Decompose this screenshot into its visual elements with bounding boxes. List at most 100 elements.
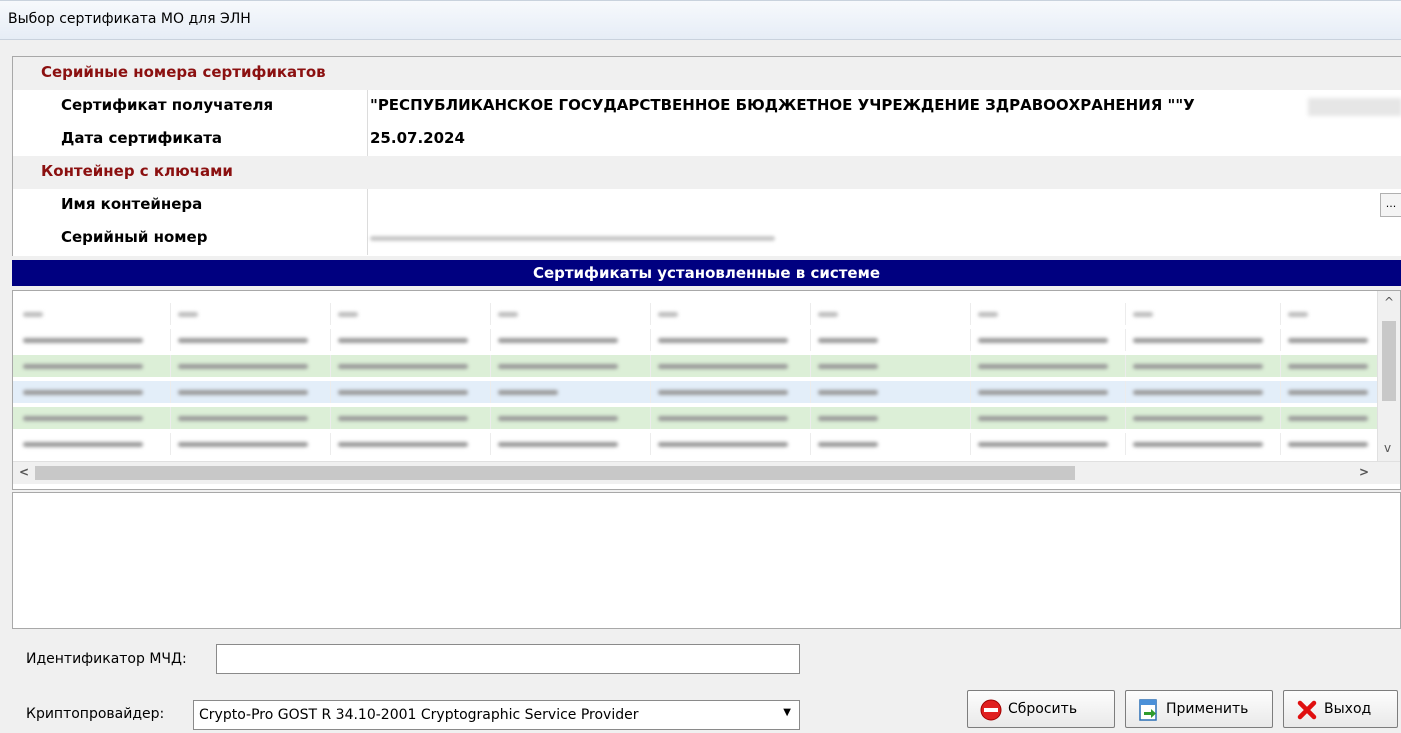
crypto-provider-value: Crypto-Pro GOST R 34.10-2001 Cryptograph… [199,707,639,723]
exit-button[interactable]: Выход [1283,690,1398,728]
column-separator [330,329,331,351]
redacted-cell [1133,338,1263,343]
vertical-scrollbar[interactable]: ^ v [1377,291,1400,461]
installed-certificates-header: Сертификаты установленные в системе [12,260,1401,286]
certificate-date-label: Дата сертификата [61,129,223,147]
column-separator [1125,329,1126,351]
redacted-cell [818,312,838,317]
column-separator [970,407,971,429]
column-separator [650,433,651,455]
column-separator [970,381,971,403]
row-container-name[interactable]: Имя контейнера ... [13,189,1401,222]
scroll-right-icon[interactable]: > [1359,465,1369,479]
apply-button[interactable]: Применить [1125,690,1273,728]
redacted-cell [658,364,788,369]
column-separator [170,407,171,429]
redacted-cell [818,364,878,369]
installed-certificates-grid[interactable]: ^ v < > [12,290,1401,490]
certificate-details-panel [12,492,1401,629]
column-separator [1125,407,1126,429]
column-separator [650,381,651,403]
column-separator [1280,329,1281,351]
table-row[interactable] [13,381,1378,403]
redacted-cell [818,390,878,395]
redacted-cell [978,338,1108,343]
crypto-provider-select[interactable]: Crypto-Pro GOST R 34.10-2001 Cryptograph… [193,700,800,730]
column-separator [1280,433,1281,455]
table-row[interactable] [13,329,1378,351]
row-certificate-date[interactable]: Дата сертификата 25.07.2024 [13,123,1401,156]
redacted-cell [338,442,468,447]
column-separator [170,329,171,351]
column-separator [810,433,811,455]
redacted-cell [658,442,788,447]
column-separator [170,355,171,377]
column-separator [330,381,331,403]
table-row[interactable] [13,355,1378,377]
window-titlebar: Выбор сертификата МО для ЭЛН [0,0,1401,40]
column-separator [490,381,491,403]
redacted-cell [498,338,618,343]
mchd-input[interactable] [216,644,800,674]
recipient-certificate-value[interactable]: "РЕСПУБЛИКАНСКОЕ ГОСУДАРСТВЕННОЕ БЮДЖЕТН… [370,96,1195,114]
section-key-container-label: Контейнер с ключами [41,162,233,180]
redacted-cell [498,416,618,421]
column-divider [367,123,368,156]
browse-container-button[interactable]: ... [1380,193,1401,217]
close-icon [1297,700,1317,720]
redacted-cell [1288,416,1368,421]
redacted-cell [23,364,143,369]
column-separator [1125,381,1126,403]
scroll-left-icon[interactable]: < [19,465,29,479]
redacted-cell [818,442,878,447]
section-serial-numbers: Серийные номера сертификатов [13,57,1401,90]
redacted-cell [178,338,308,343]
column-separator [330,303,331,325]
redacted-cell [1288,390,1368,395]
row-serial-number[interactable]: Серийный номер [13,222,1401,255]
column-separator [970,329,971,351]
redacted-cell [1288,338,1368,343]
redacted-cell [498,364,618,369]
vertical-scroll-thumb[interactable] [1382,321,1396,401]
dropdown-arrow-icon[interactable]: ▼ [783,707,791,718]
table-row[interactable] [13,433,1378,455]
table-row[interactable] [13,407,1378,429]
redacted-text [1308,98,1401,116]
column-divider [367,90,368,123]
column-separator [490,355,491,377]
column-separator [170,381,171,403]
redacted-cell [978,416,1108,421]
redacted-cell [978,364,1108,369]
redacted-cell [1288,312,1308,317]
redacted-cell [23,338,143,343]
redacted-cell [498,442,618,447]
no-entry-icon [980,699,1002,721]
redacted-cell [978,312,998,317]
column-separator [810,381,811,403]
redacted-cell [978,442,1108,447]
scroll-down-icon[interactable]: v [1384,441,1391,455]
crypto-provider-label: Криптопровайдер: [26,706,165,722]
column-separator [810,303,811,325]
column-separator [1125,433,1126,455]
scroll-up-icon[interactable]: ^ [1384,295,1394,309]
horizontal-scroll-thumb[interactable] [35,466,1075,480]
certificate-date-value[interactable]: 25.07.2024 [370,129,465,147]
redacted-cell [1288,442,1368,447]
certificate-properties: Серийные номера сертификатов Сертификат … [12,56,1401,256]
row-recipient-certificate[interactable]: Сертификат получателя "РЕСПУБЛИКАНСКОЕ Г… [13,90,1401,123]
horizontal-scrollbar[interactable]: < > [13,461,1400,484]
reset-button[interactable]: Сбросить [967,690,1115,728]
container-name-label: Имя контейнера [61,195,203,213]
redacted-cell [338,338,468,343]
column-divider [367,189,368,222]
column-separator [810,329,811,351]
redacted-cell [23,390,143,395]
reset-button-label: Сбросить [1008,701,1078,717]
redacted-cell [658,338,788,343]
column-separator [1125,355,1126,377]
redacted-cell [818,416,878,421]
column-separator [1125,303,1126,325]
redacted-cell [23,442,143,447]
